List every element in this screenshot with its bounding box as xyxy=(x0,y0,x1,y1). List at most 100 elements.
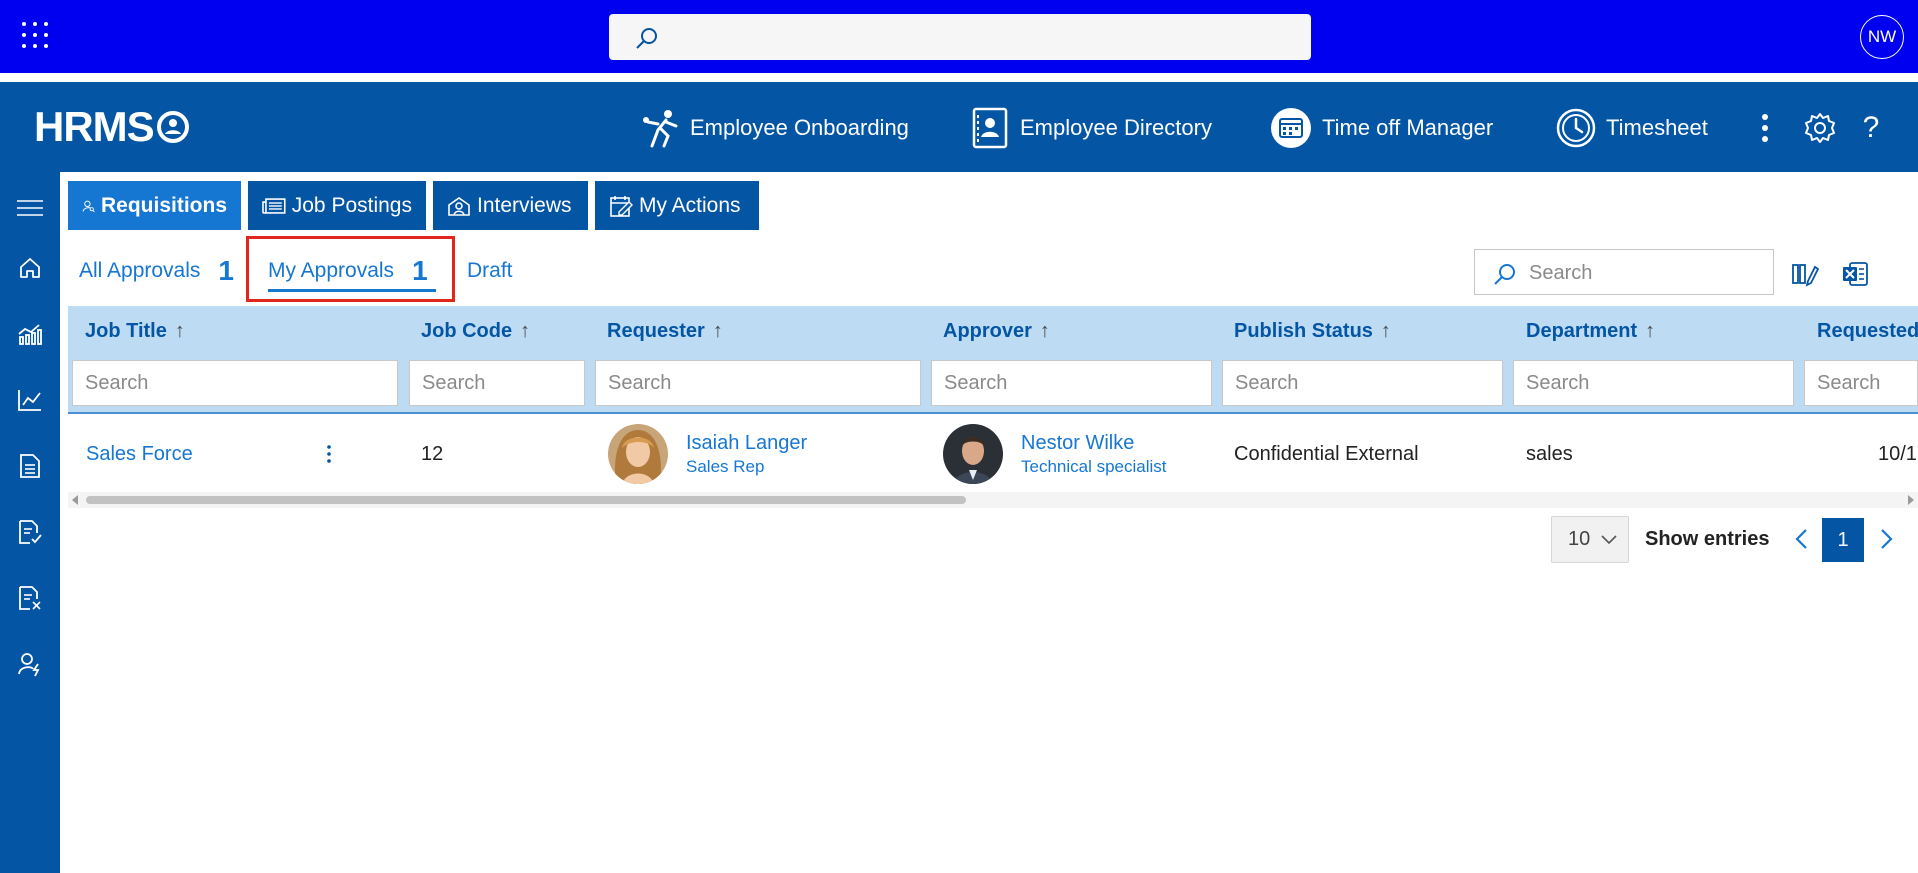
pager-page-button[interactable]: 1 xyxy=(1822,518,1864,562)
suite-bar: NW xyxy=(0,0,1918,73)
sort-arrow-icon[interactable]: ↑ xyxy=(175,320,185,342)
left-rail xyxy=(0,172,60,873)
tab-interviews[interactable]: Interviews xyxy=(433,181,588,230)
calendar-icon xyxy=(1271,108,1311,148)
column-header-requester[interactable]: Requester ↑ xyxy=(607,320,723,343)
filter-publish-status[interactable]: Search xyxy=(1222,360,1503,406)
nav-employee-directory[interactable]: Employee Directory xyxy=(970,106,1212,150)
tab-label: Job Postings xyxy=(291,193,412,217)
nav-label: Time off Manager xyxy=(1322,115,1494,140)
user-flash-icon[interactable] xyxy=(14,648,46,680)
logo-text: HRMS xyxy=(34,103,155,150)
subtab-label: All Approvals xyxy=(79,259,201,282)
chevron-down-icon xyxy=(1601,535,1617,545)
nav-timesheet[interactable]: Timesheet xyxy=(1556,106,1708,150)
search-icon xyxy=(636,28,657,49)
column-header-job-title[interactable]: Job Title ↑ xyxy=(85,320,185,343)
cell-publish-status: Confidential External xyxy=(1234,442,1419,465)
approver-role: Technical specialist xyxy=(1021,457,1167,476)
sort-arrow-icon[interactable]: ↑ xyxy=(713,320,723,342)
table-search-input[interactable]: Search xyxy=(1474,249,1774,295)
tab-requisitions[interactable]: Requisitions xyxy=(68,181,241,230)
chevron-left-icon[interactable] xyxy=(1790,527,1814,551)
cell-requested: 10/1 xyxy=(1878,442,1917,465)
clock-icon xyxy=(1556,108,1596,148)
horizontal-scrollbar[interactable] xyxy=(68,492,1918,508)
subtab-label: Draft xyxy=(467,259,513,282)
calendar-edit-icon xyxy=(610,195,633,217)
tab-label: Requisitions xyxy=(100,193,227,217)
sort-arrow-icon[interactable]: ↑ xyxy=(1040,320,1050,342)
column-header-publish-status[interactable]: Publish Status ↑ xyxy=(1234,320,1391,343)
excel-export-icon[interactable] xyxy=(1840,259,1870,289)
sort-arrow-icon[interactable]: ↑ xyxy=(1645,320,1655,342)
edit-columns-icon[interactable] xyxy=(1790,259,1820,289)
nav-time-off-manager[interactable]: Time off Manager xyxy=(1270,106,1493,150)
column-header-requested[interactable]: Requested xyxy=(1817,320,1918,343)
filter-job-code[interactable]: Search xyxy=(409,360,585,406)
page-size-value: 10 xyxy=(1568,528,1591,550)
logo-user-icon xyxy=(156,111,189,143)
nav-label: Employee Directory xyxy=(1020,115,1212,140)
scrollbar-thumb[interactable] xyxy=(86,496,966,504)
interview-icon xyxy=(448,196,470,216)
more-vertical-icon[interactable] xyxy=(1747,110,1783,146)
cell-requester: Isaiah Langer Sales Rep xyxy=(608,416,807,492)
filter-requested[interactable]: Search xyxy=(1804,360,1918,406)
cell-job-code: 12 xyxy=(421,442,444,465)
directory-icon xyxy=(972,107,1008,149)
show-entries-label: Show entries xyxy=(1645,528,1770,550)
sort-arrow-icon[interactable]: ↑ xyxy=(520,320,530,342)
tab-job-postings[interactable]: Job Postings xyxy=(248,181,426,230)
user-avatar[interactable]: NW xyxy=(1860,15,1904,59)
filter-job-title[interactable]: Search xyxy=(72,360,398,406)
gear-icon[interactable] xyxy=(1802,110,1838,146)
scroll-right-icon[interactable] xyxy=(1908,495,1914,505)
approver-name[interactable]: Nestor Wilke xyxy=(1021,430,1167,456)
search-icon xyxy=(1494,264,1515,285)
tab-label: My Actions xyxy=(639,193,741,217)
document-icon[interactable] xyxy=(14,450,46,482)
global-search-input[interactable] xyxy=(609,14,1311,60)
subtab-all-approvals[interactable]: All Approvals 1 xyxy=(79,254,234,288)
sort-arrow-icon[interactable]: ↑ xyxy=(1381,320,1391,342)
onboarding-icon xyxy=(643,110,678,148)
highlight-annotation xyxy=(246,236,455,302)
requester-name[interactable]: Isaiah Langer xyxy=(686,430,807,456)
cell-job-title[interactable]: Sales Force xyxy=(86,416,193,492)
table-row[interactable]: Sales Force 12 Isaiah Langer Sales Rep N… xyxy=(68,416,1918,492)
app-launcher-icon[interactable] xyxy=(22,22,48,48)
line-chart-icon[interactable] xyxy=(14,384,46,416)
approver-avatar xyxy=(943,424,1003,484)
page-size-select[interactable]: 10 xyxy=(1551,516,1629,563)
nav-label: Timesheet xyxy=(1606,115,1708,140)
nav-employee-onboarding[interactable]: Employee Onboarding xyxy=(638,106,909,150)
hamburger-icon[interactable] xyxy=(14,192,46,224)
filter-department[interactable]: Search xyxy=(1513,360,1794,406)
tab-label: Interviews xyxy=(477,193,572,217)
subtab-draft[interactable]: Draft xyxy=(467,254,513,288)
document-x-icon[interactable] xyxy=(14,582,46,614)
requester-avatar xyxy=(608,424,668,484)
chevron-right-icon[interactable] xyxy=(1874,527,1898,551)
filter-approver[interactable]: Search xyxy=(931,360,1212,406)
help-icon[interactable]: ? xyxy=(1853,110,1889,146)
hrms-logo[interactable]: HRMS xyxy=(34,103,190,150)
column-header-department[interactable]: Department ↑ xyxy=(1526,320,1655,343)
user-search-icon xyxy=(82,200,95,212)
subtab-count: 1 xyxy=(218,255,234,286)
analytics-icon[interactable] xyxy=(14,318,46,350)
row-more-icon[interactable] xyxy=(326,416,332,492)
grid-header: Job Title ↑ Job Code ↑ Requester ↑ Approver… xyxy=(68,306,1918,414)
tab-my-actions[interactable]: My Actions xyxy=(595,181,759,230)
newspaper-icon xyxy=(262,197,286,214)
document-check-icon[interactable] xyxy=(14,516,46,548)
scroll-left-icon[interactable] xyxy=(72,495,78,505)
column-header-job-code[interactable]: Job Code ↑ xyxy=(421,320,530,343)
nav-label: Employee Onboarding xyxy=(690,115,909,140)
header-divider xyxy=(68,412,1918,414)
home-icon[interactable] xyxy=(14,252,46,284)
column-header-approver[interactable]: Approver ↑ xyxy=(943,320,1050,343)
filter-requester[interactable]: Search xyxy=(595,360,921,406)
requester-role: Sales Rep xyxy=(686,457,765,476)
